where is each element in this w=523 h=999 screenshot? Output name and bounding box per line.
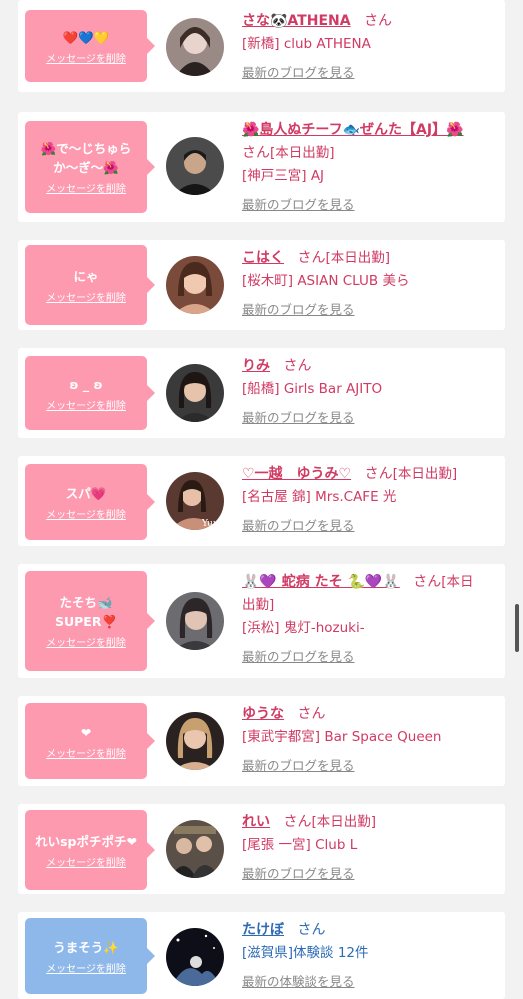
shop-name: [名古屋 錦] Mrs.CAFE 光 — [242, 489, 397, 505]
message-text: れいspポチポチ❤ — [35, 833, 137, 849]
message-text: うまそう✨ — [53, 939, 119, 955]
avatar[interactable] — [166, 137, 224, 195]
message-bubble: スパ💗 メッセージを削除 — [25, 464, 155, 540]
delete-message-link[interactable]: メッセージを削除 — [46, 180, 126, 195]
cast-name-link[interactable]: さな🐼ATHENA — [242, 13, 351, 29]
latest-blog-link[interactable]: 最新のブログを見る — [242, 193, 492, 216]
honorific: さん — [242, 145, 270, 161]
honorific: さん — [364, 466, 393, 482]
list-item: ❤ メッセージを削除 ゆうな さん [東武宇都宮] Bar Space Quee… — [18, 696, 505, 786]
message-bubble: ❤ メッセージを削除 — [25, 703, 155, 779]
latest-review-link[interactable]: 最新の体験談を見る — [242, 970, 492, 993]
message-bubble: ❤️💙💛 メッセージを削除 — [25, 10, 155, 82]
list-item: にゃ メッセージを削除 こはく さん[本日出勤] [桜木町] ASIAN CLU… — [18, 240, 505, 330]
message-bubble: れいspポチポチ❤ メッセージを削除 — [25, 810, 155, 890]
honorific: さん — [297, 706, 326, 722]
honorific: さん — [283, 814, 312, 830]
list-item: スパ💗 メッセージを削除 Yuu ♡一越 ゆうみ♡ さん[本日出勤] [名古屋 … — [18, 456, 505, 546]
delete-message-link[interactable]: メッセージを削除 — [46, 960, 126, 975]
latest-blog-link[interactable]: 最新のブログを見る — [242, 645, 492, 668]
list-item: ʚ _ ʚ メッセージを削除 りみ さん [船橋] Girls Bar AJIT… — [18, 348, 505, 438]
message-bubble: 🌺で〜じちゅらか〜ぎ〜🌺 メッセージを削除 — [25, 121, 155, 213]
avatar[interactable]: Yuu — [166, 472, 224, 530]
cast-name-link[interactable]: こはく — [242, 250, 284, 266]
status-badge: [本日出勤] — [311, 814, 377, 830]
list-item: ❤️💙💛 メッセージを削除 さな🐼ATHENA さん [新橋] club ATH… — [18, 0, 505, 92]
message-bubble: たそち🐋SUPER❣️ メッセージを削除 — [25, 571, 155, 671]
latest-blog-link[interactable]: 最新のブログを見る — [242, 754, 492, 777]
shop-name: [神戸三宮] AJ — [242, 168, 325, 184]
latest-blog-link[interactable]: 最新のブログを見る — [242, 514, 492, 537]
list-item: 🌺で〜じちゅらか〜ぎ〜🌺 メッセージを削除 🌺島人ぬチーフ🐟ぜんた【AJ】🌺 さ… — [18, 112, 505, 222]
cast-name-link[interactable]: 🌺島人ぬチーフ🐟ぜんた【AJ】🌺 — [242, 122, 464, 138]
cast-name-link[interactable]: れい — [242, 814, 270, 830]
delete-message-link[interactable]: メッセージを削除 — [46, 506, 126, 521]
message-bubble: にゃ メッセージを削除 — [25, 245, 155, 325]
honorific: さん — [413, 574, 442, 590]
avatar[interactable] — [166, 364, 224, 422]
avatar[interactable] — [166, 928, 224, 986]
cast-name-link[interactable]: 🐰💜 蛇病 たそ 🐍💜🐰 — [242, 574, 400, 590]
message-text: ❤ — [80, 724, 92, 740]
status-badge: [本日出勤] — [392, 466, 458, 482]
avatar[interactable] — [166, 592, 224, 650]
svg-text:Yuu: Yuu — [201, 519, 219, 529]
scrollbar[interactable] — [515, 604, 519, 652]
avatar[interactable] — [166, 18, 224, 76]
delete-message-link[interactable]: メッセージを削除 — [46, 745, 126, 760]
cast-name-link[interactable]: ♡一越 ゆうみ♡ — [242, 466, 351, 482]
avatar[interactable] — [166, 712, 224, 770]
honorific: さん — [297, 922, 326, 938]
latest-blog-link[interactable]: 最新のブログを見る — [242, 406, 492, 429]
shop-name: [桜木町] ASIAN CLUB 美ら — [242, 273, 410, 289]
message-text: 🌺で〜じちゅらか〜ぎ〜🌺 — [40, 141, 132, 175]
shop-name: [新橋] club ATHENA — [242, 36, 371, 52]
message-text: ❤️💙💛 — [62, 29, 110, 45]
delete-message-link[interactable]: メッセージを削除 — [46, 854, 126, 869]
latest-blog-link[interactable]: 最新のブログを見る — [242, 862, 492, 885]
delete-message-link[interactable]: メッセージを削除 — [46, 397, 126, 412]
shop-name: [船橋] Girls Bar AJITO — [242, 381, 383, 397]
message-text: たそち🐋SUPER❣️ — [54, 595, 118, 629]
status-badge: [本日 — [441, 574, 474, 590]
latest-blog-link[interactable]: 最新のブログを見る — [242, 61, 492, 84]
latest-blog-link[interactable]: 最新のブログを見る — [242, 298, 492, 321]
shop-name: [尾張 一宮] Club L — [242, 837, 358, 853]
honorific: さん — [297, 250, 326, 266]
status-badge: [本日出勤] — [270, 145, 335, 161]
avatar[interactable] — [166, 256, 224, 314]
review-count: [滋賀県]体験談 12件 — [242, 945, 369, 961]
delete-message-link[interactable]: メッセージを削除 — [46, 634, 126, 649]
shop-name: [浜松] 鬼灯-hozuki- — [242, 620, 365, 636]
message-bubble: うまそう✨ メッセージを削除 — [25, 918, 155, 994]
message-text: にゃ — [73, 268, 99, 284]
honorific: さん — [364, 13, 393, 29]
cast-name-link[interactable]: りみ — [242, 358, 270, 374]
message-text: ʚ _ ʚ — [69, 376, 103, 392]
cast-name-link[interactable]: ゆうな — [242, 706, 284, 722]
shop-name: [東武宇都宮] Bar Space Queen — [242, 729, 442, 745]
delete-message-link[interactable]: メッセージを削除 — [46, 50, 126, 65]
delete-message-link[interactable]: メッセージを削除 — [46, 289, 126, 304]
list-item: れいspポチポチ❤ メッセージを削除 れい さん[本日出勤] [尾張 一宮] C… — [18, 804, 505, 894]
status-badge: [本日出勤] — [325, 250, 391, 266]
list-item: うまそう✨ メッセージを削除 たけぼ さん [滋賀県]体験談 12件 最新の体験… — [18, 912, 505, 999]
message-bubble: ʚ _ ʚ メッセージを削除 — [25, 356, 155, 430]
message-text: スパ💗 — [65, 485, 107, 501]
avatar[interactable] — [166, 820, 224, 878]
status-badge: 出勤] — [242, 597, 275, 613]
honorific: さん — [283, 358, 312, 374]
user-name-link[interactable]: たけぼ — [242, 922, 284, 938]
list-item: たそち🐋SUPER❣️ メッセージを削除 🐰💜 蛇病 たそ 🐍💜🐰 さん[本日 … — [18, 564, 505, 678]
